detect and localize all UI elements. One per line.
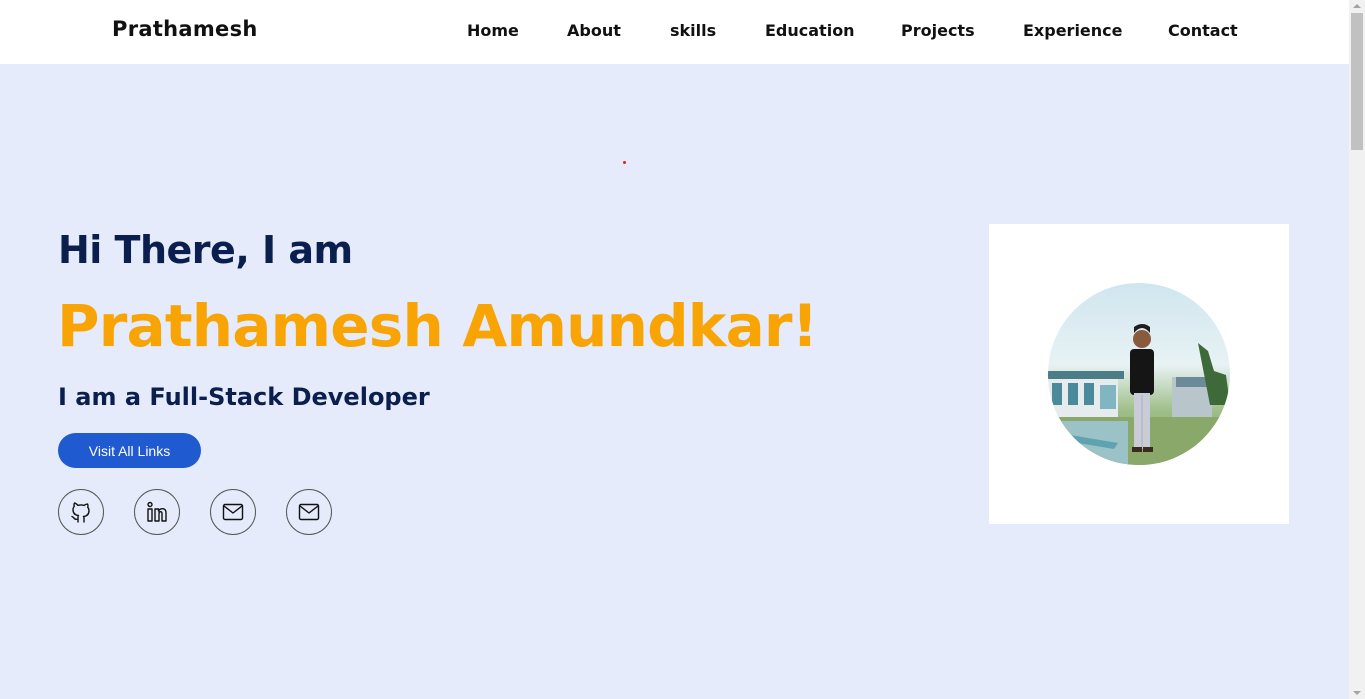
visit-all-links-button[interactable]: Visit All Links (58, 433, 201, 468)
profile-photo (1048, 283, 1230, 465)
profile-photo-card (989, 224, 1289, 524)
hero-greeting: Hi There, I am (58, 228, 353, 272)
scroll-down-arrow-icon[interactable] (1353, 691, 1361, 695)
hero-name: Prathamesh Amundkar! (57, 292, 818, 360)
nav-link-home[interactable]: Home (467, 21, 519, 40)
cursor-dot (623, 161, 626, 164)
mail-icon[interactable] (210, 489, 256, 535)
nav-link-contact[interactable]: Contact (1168, 21, 1238, 40)
github-icon[interactable] (58, 489, 104, 535)
scroll-thumb[interactable] (1351, 13, 1363, 150)
nav-link-education[interactable]: Education (765, 21, 855, 40)
nav-link-projects[interactable]: Projects (901, 21, 975, 40)
page-scrollbar[interactable] (1349, 0, 1365, 699)
linkedin-icon[interactable] (134, 489, 180, 535)
nav-link-experience[interactable]: Experience (1023, 21, 1123, 40)
hero-role: I am a Full-Stack Developer (58, 383, 430, 411)
mail-icon[interactable] (286, 489, 332, 535)
navbar: Prathamesh Home About skills Education P… (0, 0, 1349, 64)
brand-logo[interactable]: Prathamesh (112, 17, 258, 41)
nav-link-about[interactable]: About (567, 21, 621, 40)
scroll-up-arrow-icon[interactable] (1353, 4, 1361, 8)
nav-link-skills[interactable]: skills (670, 21, 716, 40)
